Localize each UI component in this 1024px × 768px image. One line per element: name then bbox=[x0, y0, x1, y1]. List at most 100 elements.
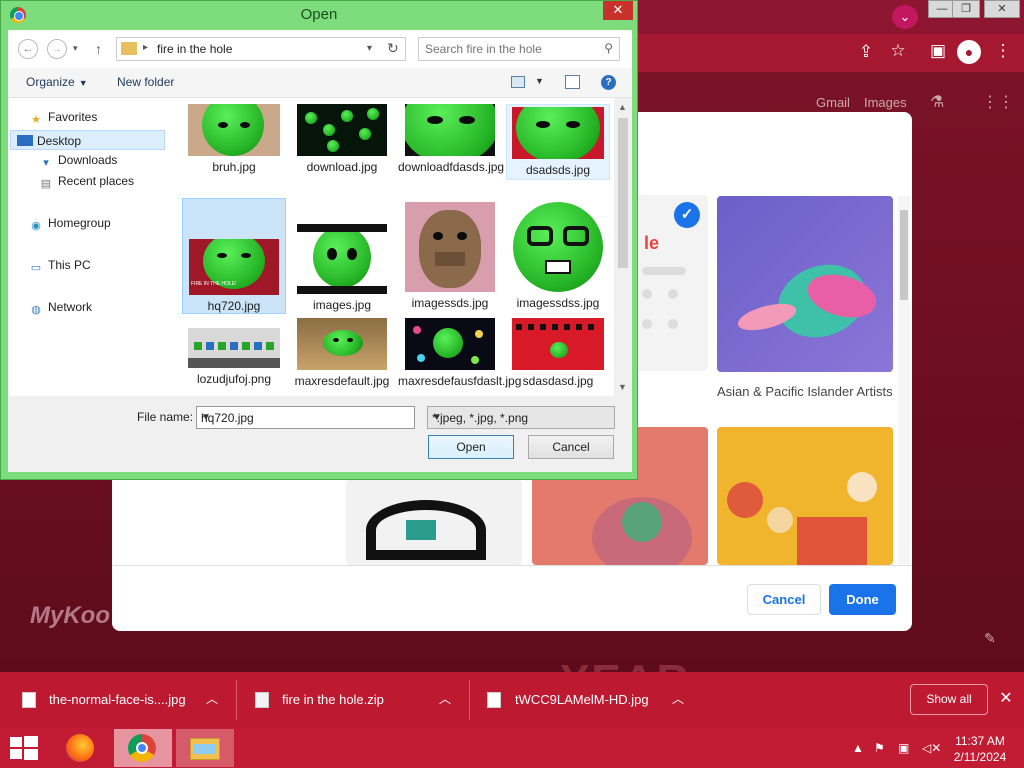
menu-icon[interactable]: ⋮ bbox=[990, 41, 1016, 61]
customize-cancel-button[interactable]: Cancel bbox=[747, 584, 821, 615]
file-thumbnail bbox=[405, 104, 495, 156]
edit-pencil-icon[interactable]: ✎ bbox=[984, 630, 996, 647]
customize-done-button[interactable]: Done bbox=[829, 584, 896, 615]
address-bar[interactable]: ▸ fire in the hole ▾ ↻ bbox=[116, 37, 406, 61]
scroll-up-icon[interactable]: ▲ bbox=[618, 102, 627, 112]
close-icon[interactable]: ✕ bbox=[996, 688, 1016, 710]
star-icon: ★ bbox=[31, 114, 41, 126]
firefox-icon[interactable] bbox=[66, 734, 94, 762]
nav-label: This PC bbox=[48, 258, 91, 272]
file-item[interactable]: downloadfdasds.jpg bbox=[398, 104, 505, 194]
system-clock[interactable]: 11:37 AM 2/11/2024 bbox=[940, 733, 1020, 765]
up-arrow-icon[interactable]: ↑ bbox=[95, 41, 102, 57]
dialog-close-button[interactable]: ✕ bbox=[603, 1, 633, 20]
file-item[interactable]: sdasdasd.jpg bbox=[506, 318, 610, 396]
scroll-down-icon[interactable]: ▼ bbox=[618, 382, 627, 392]
theme-tile-art-1[interactable] bbox=[346, 480, 522, 565]
homegroup-icon: ◉ bbox=[31, 220, 41, 232]
share-icon[interactable]: ⇪ bbox=[853, 42, 879, 62]
chevron-up-icon[interactable]: ︿ bbox=[439, 690, 451, 707]
google-links: Gmail Images bbox=[816, 95, 921, 110]
theme-tile-asian-pacific[interactable] bbox=[717, 196, 893, 372]
bookmark-star-icon[interactable]: ☆ bbox=[885, 41, 911, 61]
preview-pane-icon[interactable] bbox=[565, 75, 580, 89]
file-item[interactable]: dsadsds.jpg bbox=[506, 104, 610, 180]
file-item[interactable]: maxresdefausfdaslt.jpg bbox=[398, 318, 521, 396]
download-item[interactable]: fire in the hole.zip ︿ bbox=[237, 672, 469, 728]
search-icon[interactable]: ⚲ bbox=[604, 41, 613, 55]
background-text: MyKoo bbox=[30, 602, 110, 629]
download-item[interactable]: the-normal-face-is....jpg ︿ bbox=[0, 672, 236, 728]
chevron-down-icon[interactable]: ▾ bbox=[367, 43, 372, 54]
file-name: sdasdasd.jpg bbox=[522, 374, 594, 388]
view-options-icon[interactable] bbox=[511, 76, 525, 88]
forward-arrow-icon[interactable]: → bbox=[47, 39, 67, 59]
file-item[interactable]: download.jpg bbox=[290, 104, 394, 180]
nav-label: Downloads bbox=[58, 153, 118, 167]
download-item[interactable]: tWCC9LAMelM-HD.jpg ︿ bbox=[470, 672, 700, 728]
tile-dot bbox=[642, 289, 652, 299]
help-icon[interactable]: ? bbox=[601, 75, 616, 90]
file-thumbnail: FIRE IN THE HOLE! bbox=[189, 239, 279, 295]
cancel-button[interactable]: Cancel bbox=[528, 435, 614, 459]
nav-network[interactable]: ◍ Network bbox=[28, 300, 92, 317]
show-hidden-icons[interactable]: ▲ bbox=[852, 741, 864, 755]
gmail-link[interactable]: Gmail bbox=[816, 95, 850, 110]
chevron-up-icon[interactable]: ︿ bbox=[206, 690, 218, 707]
dialog-scrollbar[interactable] bbox=[898, 196, 910, 564]
back-arrow-icon[interactable]: ← bbox=[18, 39, 38, 59]
taskbar-chrome-button[interactable] bbox=[114, 729, 172, 767]
address-path[interactable]: fire in the hole bbox=[157, 42, 232, 56]
file-name-input[interactable]: hq720.jpg ▼ bbox=[196, 406, 415, 429]
tile-letter: le bbox=[644, 233, 660, 253]
organize-menu[interactable]: Organize ▼ bbox=[26, 75, 88, 89]
refresh-icon[interactable]: ↻ bbox=[387, 40, 399, 57]
new-folder-button[interactable]: New folder bbox=[117, 75, 174, 89]
file-item-selected[interactable]: FIRE IN THE HOLE! hq720.jpg bbox=[182, 198, 286, 314]
nav-label: Recent places bbox=[58, 174, 135, 188]
start-button[interactable] bbox=[10, 736, 40, 760]
scroll-thumb[interactable] bbox=[618, 118, 628, 268]
restore-button[interactable]: ❐ bbox=[952, 0, 980, 18]
file-item[interactable]: bruh.jpg bbox=[182, 104, 286, 180]
file-name-label: File name: bbox=[137, 410, 194, 424]
file-thumbnail bbox=[512, 318, 604, 370]
theme-tile-art-3[interactable] bbox=[717, 427, 893, 565]
file-item[interactable]: imagessds.jpg bbox=[398, 198, 502, 314]
action-center-flag-icon[interactable]: ⚑ bbox=[874, 741, 885, 755]
nav-homegroup[interactable]: ◉ Homegroup bbox=[28, 216, 111, 233]
open-button[interactable]: Open bbox=[428, 435, 514, 459]
file-type-select[interactable]: *.jpeg, *.jpg, *.png ▼ bbox=[427, 406, 615, 429]
file-item[interactable]: lozudjufoj.png bbox=[182, 318, 286, 396]
show-all-button[interactable]: Show all bbox=[910, 684, 988, 715]
search-box[interactable]: ⚲ bbox=[418, 37, 620, 61]
images-link[interactable]: Images bbox=[864, 95, 907, 110]
file-item[interactable]: imagessdss.jpg bbox=[506, 198, 610, 314]
side-panel-icon[interactable]: ▣ bbox=[925, 41, 951, 61]
file-list-scrollbar[interactable]: ▲ ▼ bbox=[614, 98, 632, 396]
chevron-down-icon[interactable]: ▼ bbox=[432, 412, 609, 423]
tab-search-button[interactable]: ⌄ bbox=[892, 5, 918, 29]
recent-locations-dropdown[interactable]: ▾ bbox=[73, 43, 78, 54]
search-input[interactable] bbox=[425, 41, 595, 57]
nav-downloads[interactable]: ▾ Downloads bbox=[38, 153, 117, 170]
apps-grid-icon[interactable]: ⋮⋮ bbox=[982, 92, 1014, 112]
file-name: downloadfdasds.jpg bbox=[398, 160, 505, 174]
view-dropdown-icon[interactable]: ▼ bbox=[535, 76, 544, 86]
nav-recent-places[interactable]: ▤ Recent places bbox=[38, 174, 134, 191]
profile-avatar[interactable]: ● bbox=[957, 40, 981, 64]
chevron-down-icon[interactable]: ▼ bbox=[201, 412, 409, 423]
taskbar-explorer-button[interactable] bbox=[176, 729, 234, 767]
file-item[interactable]: maxresdefault.jpg bbox=[290, 318, 394, 396]
nav-desktop[interactable]: Desktop bbox=[10, 130, 165, 150]
nav-favorites[interactable]: ★ Favorites bbox=[28, 110, 97, 127]
volume-muted-icon[interactable]: ◁✕ bbox=[922, 741, 941, 755]
chevron-up-icon[interactable]: ︿ bbox=[672, 690, 684, 707]
file-thumbnail bbox=[513, 202, 603, 292]
window-close-button[interactable]: ✕ bbox=[984, 0, 1020, 18]
labs-icon[interactable]: ⚗ bbox=[930, 92, 944, 112]
file-item[interactable]: images.jpg bbox=[290, 198, 394, 314]
download-name: tWCC9LAMelM-HD.jpg bbox=[515, 692, 649, 707]
network-status-icon[interactable]: ▣ bbox=[898, 741, 909, 755]
nav-this-pc[interactable]: ▭ This PC bbox=[28, 258, 91, 275]
